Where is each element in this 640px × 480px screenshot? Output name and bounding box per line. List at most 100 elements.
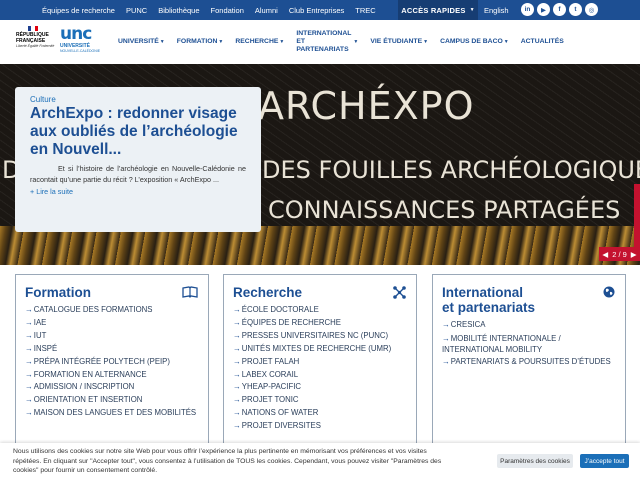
link-bibliotheque[interactable]: Bibliothèque [158, 6, 199, 15]
twitter-icon[interactable]: t [569, 3, 582, 16]
list-item[interactable]: →FORMATION EN ALTERNANCE [25, 369, 199, 382]
list-item[interactable]: →PRESSES UNIVERSITAIRES NC (PUNC) [233, 330, 407, 343]
list-item[interactable]: →PARTENARIATS & POURSUITES D’ÉTUDES [442, 356, 616, 369]
nav-label: UNIVERSITÉ [118, 38, 159, 45]
box-title-line1[interactable]: International [442, 285, 616, 300]
list-item-label: ORIENTATION ET INSERTION [33, 395, 143, 405]
globe-icon [603, 286, 615, 300]
list-item-label: ÉCOLE DOCTORALE [241, 305, 319, 314]
arrow-right-icon: → [442, 356, 450, 366]
list-item-label: FORMATION EN ALTERNANCE [33, 369, 147, 379]
list-item[interactable]: →CATALOGUE DES FORMATIONS [25, 304, 199, 317]
nav-vie-etudiante[interactable]: VIE ÉTUDIANTE ▼ [370, 38, 428, 46]
link-alumni[interactable]: Alumni [255, 6, 278, 15]
instagram-icon[interactable]: ◎ [585, 3, 598, 16]
box-title[interactable]: Recherche [233, 285, 407, 300]
formation-box: Formation →CATALOGUE DES FORMATIONS →IAE… [15, 274, 209, 454]
list-item[interactable]: →ORIENTATION ET INSERTION [25, 394, 199, 407]
nav-international[interactable]: INTERNATIONAL ET PARTENARIATS ▼ [296, 30, 358, 54]
list-item[interactable]: →UNITÉS MIXTES DE RECHERCHE (UMR) [233, 343, 407, 356]
international-list: →CRESICA →MOBILITÉ INTERNATIONALE / INTE… [442, 319, 616, 369]
nav-label: ACTUALITÉS [520, 38, 564, 45]
list-item[interactable]: →PROJET DIVERSITES [233, 420, 407, 433]
list-item-label: LABEX CORAIL [241, 369, 299, 379]
list-item[interactable]: →IAE [25, 317, 199, 330]
nav-formation[interactable]: FORMATION ▼ [177, 38, 224, 46]
list-item-label: CATALOGUE DES FORMATIONS [33, 305, 153, 314]
list-item[interactable]: →PRÉPA INTÉGRÉE POLYTECH (PEIP) [25, 356, 199, 369]
link-equipes-recherche[interactable]: Équipes de recherche [42, 6, 115, 15]
next-slide-icon[interactable]: ▶ [631, 250, 637, 259]
caret-down-icon: ▼ [503, 39, 509, 45]
language-link[interactable]: English [484, 0, 512, 20]
list-item-label: IAE [33, 317, 47, 327]
site-header: RÉPUBLIQUE FRANÇAISE Liberté Égalité Fra… [0, 20, 640, 64]
recherche-box: Recherche →ÉCOLE DOCTORALE →ÉQUIPES DE R… [223, 274, 417, 454]
caret-down-icon: ▼ [159, 39, 165, 45]
list-item-label: PRÉPA INTÉGRÉE POLYTECH (PEIP) [33, 356, 170, 366]
list-item[interactable]: →ÉCOLE DOCTORALE [233, 304, 407, 317]
list-item[interactable]: →PROJET FALAH [233, 356, 407, 369]
linkedin-icon[interactable]: in [521, 3, 534, 16]
list-item-label: YHEAP-PACIFIC [241, 382, 302, 392]
flag-icon [28, 26, 38, 31]
link-fondation[interactable]: Fondation [211, 6, 244, 15]
unc-logo[interactable]: unc UNIVERSITÉ NOUVELLE-CALÉDONIE [60, 25, 106, 59]
list-item-label: CRESICA [450, 320, 486, 329]
list-item-label: PRESSES UNIVERSITAIRES NC (PUNC) [241, 330, 389, 340]
recherche-list: →ÉCOLE DOCTORALE →ÉQUIPES DE RECHERCHE →… [233, 304, 407, 433]
youtube-icon[interactable]: ▶ [537, 3, 550, 16]
list-item-label: PROJET FALAH [241, 356, 300, 366]
list-item-label: ADMISSION / INSCRIPTION [33, 382, 135, 392]
box-title[interactable]: Formation [25, 285, 199, 300]
nav-actualites[interactable]: ACTUALITÉS [521, 38, 564, 46]
list-item[interactable]: →ÉQUIPES DE RECHERCHE [233, 317, 407, 330]
nav-recherche[interactable]: RECHERCHE ▼ [235, 38, 284, 46]
box-title-line2[interactable]: et partenariats [442, 300, 616, 315]
book-icon [182, 286, 198, 300]
cookie-accept-button[interactable]: J’accepte tout [580, 454, 629, 468]
list-item[interactable]: →IUT [25, 330, 199, 343]
nav-label: FORMATION [176, 38, 218, 45]
rf-motto: Liberté Égalité Fraternité [16, 44, 55, 48]
utility-links: Équipes de recherche PUNC Bibliothèque F… [42, 0, 376, 20]
list-item[interactable]: →LABEX CORAIL [233, 369, 407, 382]
arrow-right-icon: → [25, 356, 33, 366]
arrow-right-icon: → [233, 317, 241, 327]
nav-label: CAMPUS DE BACO [440, 38, 503, 45]
prev-slide-icon[interactable]: ◀ [602, 250, 608, 259]
caret-down-icon: ▼ [423, 39, 429, 45]
link-club-entreprises[interactable]: Club Entreprises [289, 6, 344, 15]
caret-down-icon: ▼ [279, 39, 285, 45]
hero-bg-title: ARCHÉXPO [258, 84, 475, 128]
list-item[interactable]: →NATIONS OF WATER [233, 407, 407, 420]
nav-campus-baco[interactable]: CAMPUS DE BACO ▼ [440, 38, 509, 46]
cookie-settings-button[interactable]: Paramètres des cookies [497, 454, 573, 468]
slide-title[interactable]: ArchExpo : redonner visage aux oubliés d… [30, 105, 246, 159]
list-item[interactable]: →YHEAP-PACIFIC [233, 381, 407, 394]
cookie-text: Nous utilisons des cookies sur notre sit… [13, 448, 442, 474]
list-item[interactable]: →MAISON DES LANGUES ET DES MOBILITÉS [25, 407, 199, 420]
list-item[interactable]: →CRESICA [442, 319, 616, 332]
list-item[interactable]: →MOBILITÉ INTERNATIONALE / INTERNATIONAL… [442, 332, 616, 356]
republique-francaise-logo[interactable]: RÉPUBLIQUE FRANÇAISE Liberté Égalité Fra… [16, 26, 58, 58]
slide-category[interactable]: Culture [30, 95, 246, 104]
list-item[interactable]: →PROJET TONIC [233, 394, 407, 407]
international-box: International et partenariats →CRESICA →… [432, 274, 626, 454]
list-item[interactable]: →INSPÉ [25, 343, 199, 356]
cookie-banner: Nous utilisons des cookies sur notre sit… [0, 443, 640, 480]
arrow-right-icon: → [233, 408, 241, 418]
nav-label: VIE ÉTUDIANTE [370, 38, 423, 45]
slide-counter-text: 2 / 9 [612, 249, 627, 259]
list-item[interactable]: →ADMISSION / INSCRIPTION [25, 381, 199, 394]
slide-card[interactable]: Culture ArchExpo : redonner visage aux o… [15, 87, 261, 232]
acces-rapides-button[interactable]: ACCÈS RAPIDES ▼ [398, 0, 478, 20]
arrow-right-icon: → [25, 317, 33, 327]
link-trec[interactable]: TREC [355, 6, 375, 15]
link-punc[interactable]: PUNC [126, 6, 147, 15]
read-more-link[interactable]: + Lire la suite [30, 187, 246, 196]
formation-list: →CATALOGUE DES FORMATIONS →IAE →IUT →INS… [25, 304, 199, 420]
facebook-icon[interactable]: f [553, 3, 566, 16]
nav-universite[interactable]: UNIVERSITÉ ▼ [118, 38, 165, 46]
top-utility-bar: Équipes de recherche PUNC Bibliothèque F… [0, 0, 640, 20]
